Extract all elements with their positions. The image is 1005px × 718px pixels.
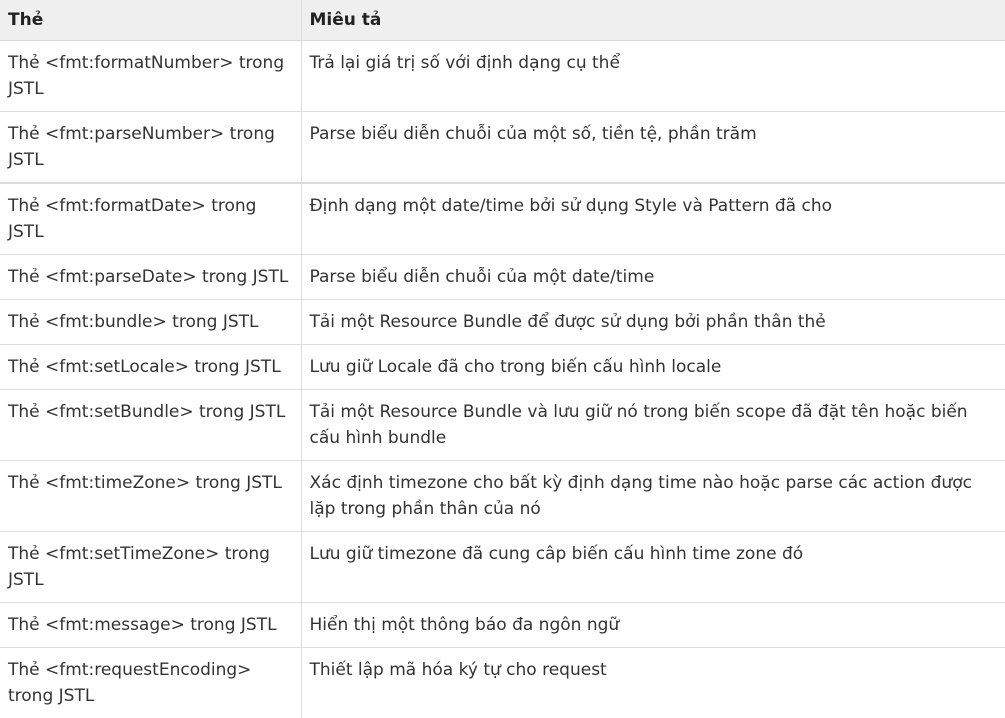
- description-cell: Thiết lập mã hóa ký tự cho request: [301, 648, 1005, 718]
- tag-cell: Thẻ <fmt:formatDate> trong JSTL: [0, 183, 301, 255]
- table-row: Thẻ <fmt:parseNumber> trong JSTL Parse b…: [0, 112, 1005, 184]
- description-cell: Xác định timezone cho bất kỳ định dạng t…: [301, 461, 1005, 532]
- tag-cell: Thẻ <fmt:setBundle> trong JSTL: [0, 390, 301, 461]
- table-row: Thẻ <fmt:formatNumber> trong JSTL Trả lạ…: [0, 41, 1005, 112]
- description-cell: Hiển thị một thông báo đa ngôn ngữ: [301, 603, 1005, 648]
- table-header: Thẻ Miêu tả: [0, 0, 1005, 41]
- tag-cell: Thẻ <fmt:setTimeZone> trong JSTL: [0, 532, 301, 603]
- column-header-description: Miêu tả: [301, 0, 1005, 41]
- description-cell: Lưu giữ timezone đã cung câp biến cấu hì…: [301, 532, 1005, 603]
- table-row: Thẻ <fmt:setLocale> trong JSTL Lưu giữ L…: [0, 345, 1005, 390]
- description-cell: Trả lại giá trị số với định dạng cụ thể: [301, 41, 1005, 112]
- tag-table: Thẻ Miêu tả Thẻ <fmt:formatNumber> trong…: [0, 0, 1005, 718]
- table-row: Thẻ <fmt:formatDate> trong JSTL Định dạn…: [0, 183, 1005, 255]
- table-row: Thẻ <fmt:bundle> trong JSTL Tải một Reso…: [0, 300, 1005, 345]
- tag-cell: Thẻ <fmt:requestEncoding> trong JSTL: [0, 648, 301, 718]
- description-cell: Định dạng một date/time bởi sử dụng Styl…: [301, 183, 1005, 255]
- tag-cell: Thẻ <fmt:parseDate> trong JSTL: [0, 255, 301, 300]
- column-header-tag: Thẻ: [0, 0, 301, 41]
- description-cell: Tải một Resource Bundle để được sử dụng …: [301, 300, 1005, 345]
- tag-cell: Thẻ <fmt:timeZone> trong JSTL: [0, 461, 301, 532]
- table-row: Thẻ <fmt:setTimeZone> trong JSTL Lưu giữ…: [0, 532, 1005, 603]
- table-row: Thẻ <fmt:parseDate> trong JSTL Parse biể…: [0, 255, 1005, 300]
- table-row: Thẻ <fmt:message> trong JSTL Hiển thị mộ…: [0, 603, 1005, 648]
- tag-cell: Thẻ <fmt:setLocale> trong JSTL: [0, 345, 301, 390]
- tag-cell: Thẻ <fmt:message> trong JSTL: [0, 603, 301, 648]
- description-cell: Parse biểu diễn chuỗi của một date/time: [301, 255, 1005, 300]
- tag-cell: Thẻ <fmt:parseNumber> trong JSTL: [0, 112, 301, 184]
- tag-cell: Thẻ <fmt:formatNumber> trong JSTL: [0, 41, 301, 112]
- header-row: Thẻ Miêu tả: [0, 0, 1005, 41]
- tag-cell: Thẻ <fmt:bundle> trong JSTL: [0, 300, 301, 345]
- description-cell: Parse biểu diễn chuỗi của một số, tiền t…: [301, 112, 1005, 184]
- description-cell: Lưu giữ Locale đã cho trong biến cấu hìn…: [301, 345, 1005, 390]
- description-cell: Tải một Resource Bundle và lưu giữ nó tr…: [301, 390, 1005, 461]
- table-row: Thẻ <fmt:setBundle> trong JSTL Tải một R…: [0, 390, 1005, 461]
- table-body: Thẻ <fmt:formatNumber> trong JSTL Trả lạ…: [0, 41, 1005, 718]
- table-row: Thẻ <fmt:timeZone> trong JSTL Xác định t…: [0, 461, 1005, 532]
- table-row: Thẻ <fmt:requestEncoding> trong JSTL Thi…: [0, 648, 1005, 718]
